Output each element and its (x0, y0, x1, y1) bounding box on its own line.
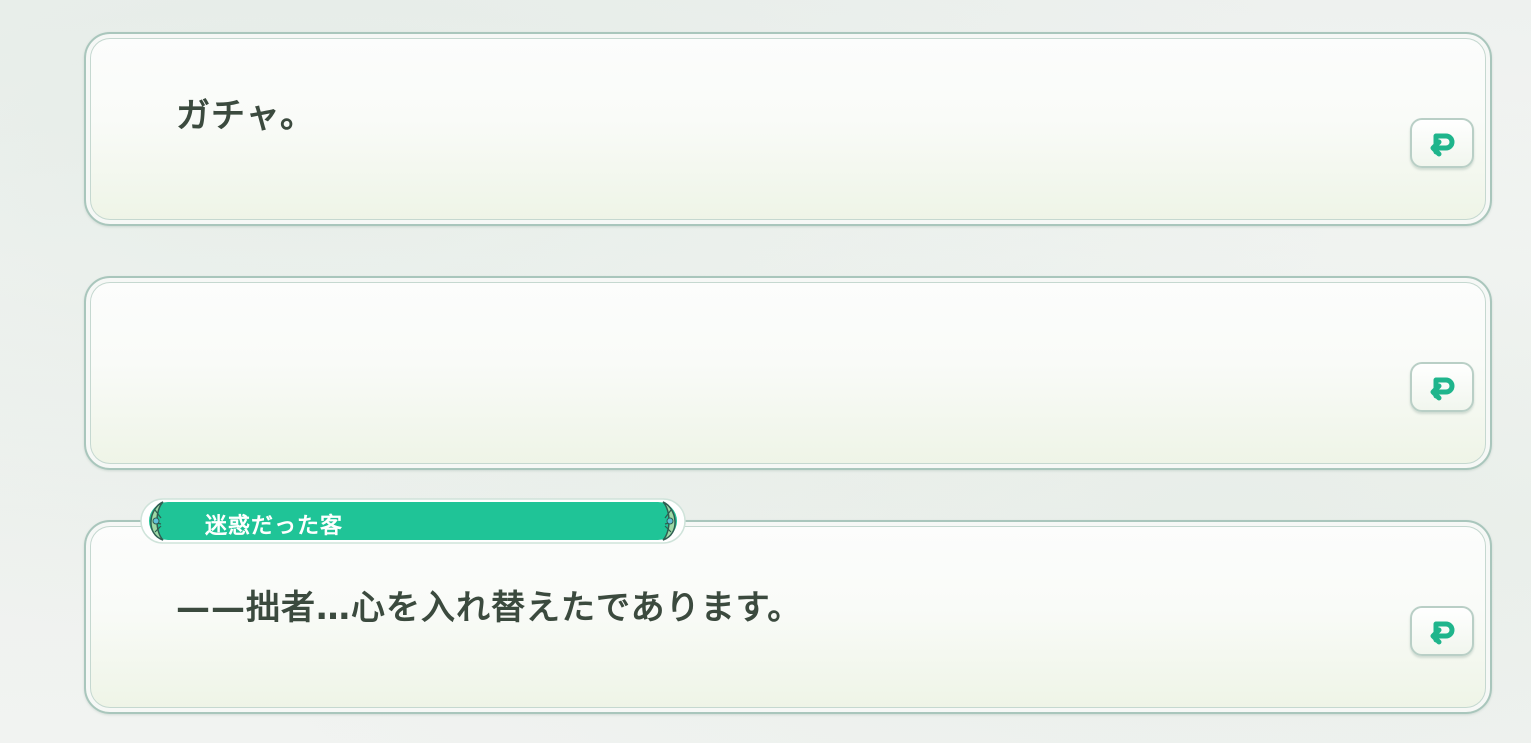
speaker-name: 迷惑だった客 (205, 514, 344, 539)
replay-voice-button[interactable] (1410, 118, 1474, 168)
replay-arrow-icon (1430, 621, 1455, 645)
dialogue-text: ガチャ。 (176, 96, 315, 136)
dialogue-text: ——拙者…心を入れ替えたであります。 (176, 588, 803, 628)
log-entry: ——拙者…心を入れ替えたであります。 (84, 520, 1492, 714)
log-entry (84, 276, 1492, 470)
replay-arrow-icon (1430, 133, 1455, 157)
replay-voice-button[interactable] (1410, 362, 1474, 412)
replay-arrow-icon (1430, 377, 1455, 401)
log-entry: ガチャ。 (84, 32, 1492, 226)
replay-voice-button[interactable] (1410, 606, 1474, 656)
speaker-name-tag: 迷惑だった客 (133, 496, 693, 546)
